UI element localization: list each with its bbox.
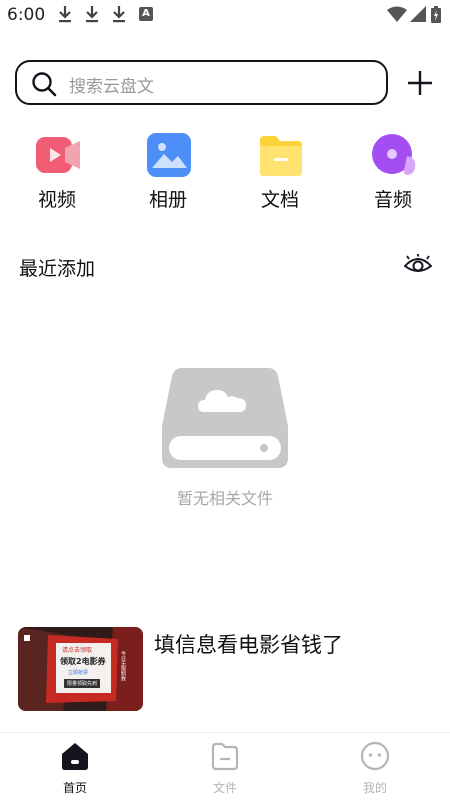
download-icon — [59, 6, 71, 23]
photo-icon — [147, 133, 191, 177]
status-bar: 6:00 A — [0, 0, 450, 32]
ad-thumb-button: 限量领取先到 — [64, 679, 101, 688]
add-button[interactable] — [405, 68, 435, 98]
category-document[interactable]: 文档 — [240, 132, 320, 212]
download-icon — [86, 6, 98, 23]
ad-thumb-line1: 领取2电影券 — [60, 657, 106, 666]
battery-icon — [431, 6, 441, 23]
nav-home-label: 首页 — [62, 781, 87, 795]
profile-icon — [360, 741, 390, 771]
bottom-nav: 首页 文件 我的 — [0, 732, 450, 800]
category-label: 音频 — [373, 189, 412, 211]
download-icon — [113, 6, 125, 23]
empty-drive-icon — [162, 368, 288, 468]
ad-thumb-line2: 立即抢票 — [68, 670, 89, 676]
signal-icon — [410, 6, 426, 22]
file-icon — [211, 742, 239, 771]
search-placeholder: 搜索云盘文 — [69, 77, 154, 97]
nav-profile-label: 我的 — [362, 781, 387, 795]
wifi-icon — [387, 6, 407, 22]
empty-state-text: 暂无相关文件 — [176, 489, 273, 508]
ad-thumb-header: 请点击领取 — [62, 647, 93, 654]
category-label: 视频 — [37, 189, 76, 211]
folder-icon — [260, 136, 302, 176]
nav-home[interactable]: 首页 — [0, 733, 150, 800]
ad-thumb-side: 今日无限制数 — [120, 651, 126, 681]
ad-thumbnail[interactable]: 请点击领取 领取2电影券 立即抢票 限量领取先到 今日无限制数 — [18, 627, 143, 711]
status-time: 6:00 — [7, 5, 46, 25]
nav-files-label: 文件 — [212, 781, 237, 795]
search-bar[interactable]: 搜索云盘文 — [15, 60, 388, 105]
eye-icon[interactable] — [404, 254, 432, 276]
category-video[interactable]: 视频 — [17, 132, 97, 212]
category-label: 相册 — [148, 189, 187, 211]
nav-files[interactable]: 文件 — [150, 733, 300, 800]
search-icon — [32, 72, 57, 97]
nav-profile[interactable]: 我的 — [300, 733, 450, 800]
home-icon — [62, 743, 88, 770]
recent-section-title: 最近添加 — [19, 258, 96, 280]
video-icon — [36, 137, 80, 173]
category-label: 文档 — [260, 189, 299, 211]
category-photo[interactable]: 相册 — [128, 132, 208, 212]
ad-card[interactable]: 请点击领取 领取2电影券 立即抢票 限量领取先到 今日无限制数 填信息看电影省钱… — [18, 627, 438, 713]
music-icon — [372, 134, 416, 175]
category-audio[interactable]: 音频 — [353, 132, 433, 212]
ad-title[interactable]: 填信息看电影省钱了 — [154, 629, 343, 659]
a-icon: A — [139, 7, 153, 21]
